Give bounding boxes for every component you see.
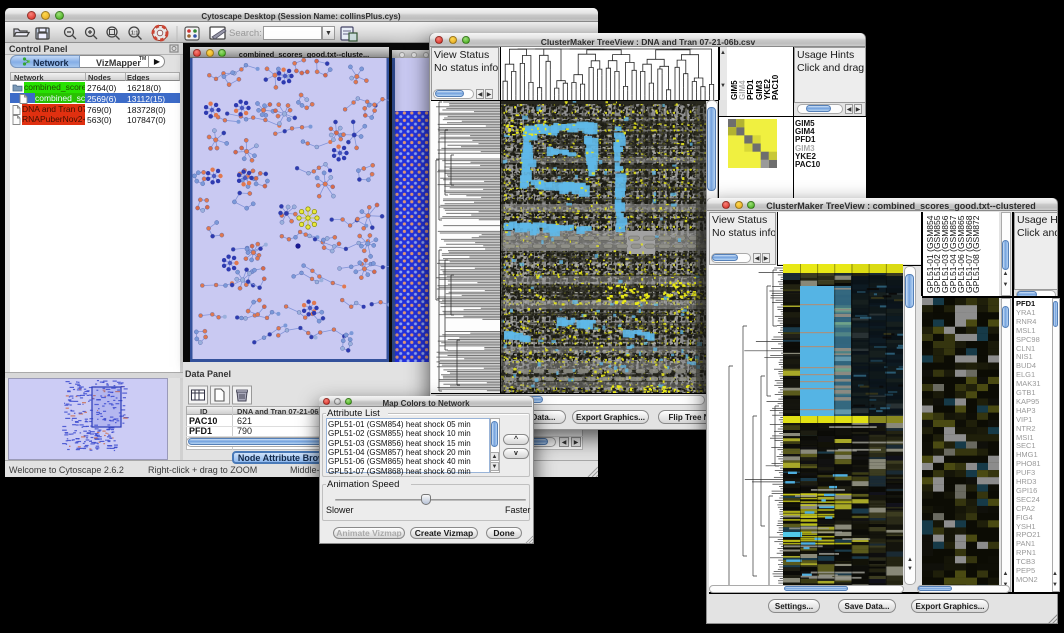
- svg-text:1:1: 1:1: [131, 31, 138, 37]
